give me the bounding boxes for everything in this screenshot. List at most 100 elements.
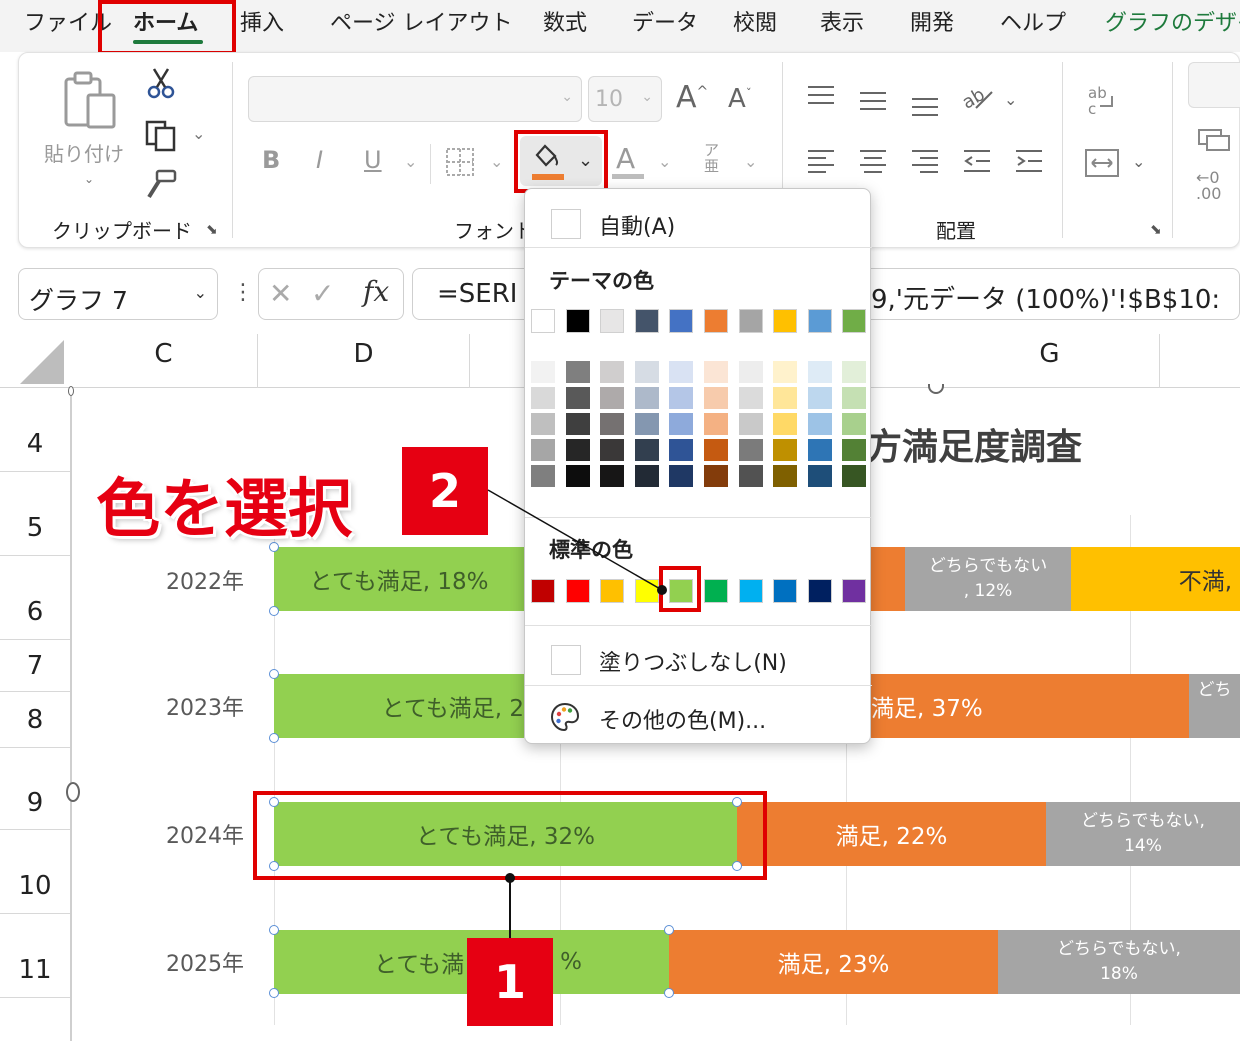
- orientation-dropdown-icon[interactable]: ⌄: [1004, 90, 1017, 109]
- theme-color-swatch[interactable]: [773, 309, 798, 333]
- italic-button[interactable]: I: [316, 146, 323, 174]
- theme-tint-swatch[interactable]: [634, 387, 659, 409]
- theme-tint-swatch[interactable]: [704, 439, 728, 461]
- decimal-icon[interactable]: ←0.00: [1196, 170, 1221, 202]
- theme-color-swatch[interactable]: [565, 309, 590, 333]
- selection-handle[interactable]: [664, 988, 674, 998]
- theme-tint-swatch[interactable]: [531, 387, 555, 409]
- theme-tint-swatch[interactable]: [773, 361, 798, 383]
- standard-color-swatch[interactable]: [704, 579, 728, 603]
- theme-tint-swatch[interactable]: [842, 361, 867, 383]
- row-header-5[interactable]: 5: [0, 472, 70, 556]
- selection-handle[interactable]: [269, 669, 279, 679]
- selection-handle[interactable]: [269, 988, 279, 998]
- theme-tint-swatch[interactable]: [842, 413, 867, 435]
- chart-resize-handle[interactable]: [66, 782, 80, 802]
- tab-chart-design[interactable]: グラフのデザイ: [1105, 0, 1240, 50]
- grow-font-icon[interactable]: A^: [676, 80, 708, 115]
- increase-indent-icon[interactable]: [1012, 146, 1046, 176]
- theme-tint-swatch[interactable]: [669, 361, 694, 383]
- theme-tint-swatch[interactable]: [565, 413, 590, 435]
- selection-handle[interactable]: [664, 925, 674, 935]
- theme-tint-swatch[interactable]: [842, 465, 867, 487]
- merge-dropdown-icon[interactable]: ⌄: [1132, 152, 1145, 171]
- theme-tint-swatch[interactable]: [738, 361, 763, 383]
- theme-tint-swatch[interactable]: [807, 361, 832, 383]
- theme-tint-swatch[interactable]: [531, 465, 555, 487]
- standard-color-swatch[interactable]: [842, 579, 867, 603]
- number-format-combo[interactable]: [1188, 62, 1240, 108]
- theme-tint-swatch[interactable]: [773, 387, 798, 409]
- theme-tint-swatch[interactable]: [738, 387, 763, 409]
- column-header-c[interactable]: C: [70, 334, 258, 388]
- alignment-launcher-icon[interactable]: ⬊: [1150, 222, 1162, 238]
- chart-title[interactable]: 方満足度調査: [866, 418, 1082, 470]
- phonetic-dropdown-icon[interactable]: ⌄: [744, 152, 757, 171]
- paste-dropdown-icon[interactable]: ⌄: [84, 172, 94, 186]
- column-header-d[interactable]: D: [258, 334, 470, 388]
- selection-handle[interactable]: [269, 733, 279, 743]
- underline-dropdown-icon[interactable]: ⌄: [404, 152, 417, 171]
- theme-tint-swatch[interactable]: [565, 361, 590, 383]
- border-dropdown-icon[interactable]: ⌄: [490, 152, 503, 171]
- cancel-icon[interactable]: ✕: [269, 277, 292, 310]
- bar-segment-neutral[interactable]: どちらでもない, 18%: [998, 930, 1240, 994]
- theme-tint-swatch[interactable]: [669, 413, 694, 435]
- row-header-7[interactable]: 7: [0, 640, 70, 692]
- theme-color-swatch[interactable]: [531, 309, 555, 333]
- font-size-combo[interactable]: 10 ⌄: [588, 76, 662, 122]
- theme-tint-swatch[interactable]: [738, 465, 763, 487]
- row-header-6[interactable]: 6: [0, 556, 70, 640]
- theme-tint-swatch[interactable]: [807, 413, 832, 435]
- align-left-icon[interactable]: [804, 146, 838, 176]
- no-fill-option[interactable]: 塗りつぶしなし(N): [525, 631, 872, 681]
- bar-segment-very-satisfied[interactable]: とても満足, 2: [274, 674, 524, 738]
- theme-tint-swatch[interactable]: [842, 387, 867, 409]
- paste-label[interactable]: 貼り付け: [44, 138, 124, 167]
- underline-button[interactable]: U: [364, 146, 382, 174]
- theme-tint-swatch[interactable]: [531, 361, 555, 383]
- theme-color-swatch[interactable]: [842, 309, 867, 333]
- paste-icon[interactable]: [58, 68, 122, 134]
- clipboard-launcher-icon[interactable]: ⬊: [206, 222, 218, 238]
- theme-tint-swatch[interactable]: [773, 413, 798, 435]
- format-painter-icon[interactable]: [144, 168, 180, 202]
- align-right-icon[interactable]: [908, 146, 942, 176]
- bold-button[interactable]: B: [262, 146, 280, 174]
- theme-color-swatch[interactable]: [600, 309, 625, 333]
- standard-color-swatch[interactable]: [773, 579, 798, 603]
- column-header-g[interactable]: G: [940, 334, 1160, 388]
- align-top-icon[interactable]: [804, 82, 838, 112]
- theme-tint-swatch[interactable]: [634, 413, 659, 435]
- name-box[interactable]: グラフ 7 ⌄: [18, 268, 218, 320]
- tab-page-layout[interactable]: ページ レイアウト: [330, 0, 513, 50]
- tab-data[interactable]: データ: [632, 0, 698, 50]
- bar-segment-dissatisfied[interactable]: 不満,: [1071, 547, 1240, 611]
- chart-resize-handle[interactable]: [928, 384, 944, 394]
- bar-segment-neutral[interactable]: どちらでもない , 12%: [905, 547, 1071, 611]
- more-colors-option[interactable]: その他の色(M)...: [525, 689, 872, 739]
- theme-tint-swatch[interactable]: [531, 413, 555, 435]
- theme-tint-swatch[interactable]: [738, 439, 763, 461]
- row-header-9[interactable]: 9: [0, 748, 70, 830]
- theme-tint-swatch[interactable]: [531, 439, 555, 461]
- cut-icon[interactable]: [144, 66, 178, 100]
- theme-tint-swatch[interactable]: [669, 465, 694, 487]
- insert-function-button[interactable]: fx: [363, 275, 389, 308]
- bar-segment-satisfied[interactable]: 満足, 37%: [871, 674, 1189, 738]
- theme-tint-swatch[interactable]: [773, 439, 798, 461]
- theme-color-swatch[interactable]: [807, 309, 832, 333]
- theme-tint-swatch[interactable]: [600, 361, 625, 383]
- font-color-dropdown-icon[interactable]: ⌄: [658, 152, 671, 171]
- copy-icon[interactable]: [142, 118, 182, 154]
- tab-view[interactable]: 表示: [820, 0, 864, 50]
- theme-tint-swatch[interactable]: [773, 465, 798, 487]
- theme-tint-swatch[interactable]: [704, 387, 728, 409]
- theme-color-swatch[interactable]: [738, 309, 763, 333]
- enter-icon[interactable]: ✓: [311, 277, 334, 310]
- theme-tint-swatch[interactable]: [807, 439, 832, 461]
- row-header-11[interactable]: 11: [0, 914, 70, 998]
- theme-tint-swatch[interactable]: [704, 413, 728, 435]
- theme-tint-swatch[interactable]: [704, 361, 728, 383]
- theme-tint-swatch[interactable]: [634, 465, 659, 487]
